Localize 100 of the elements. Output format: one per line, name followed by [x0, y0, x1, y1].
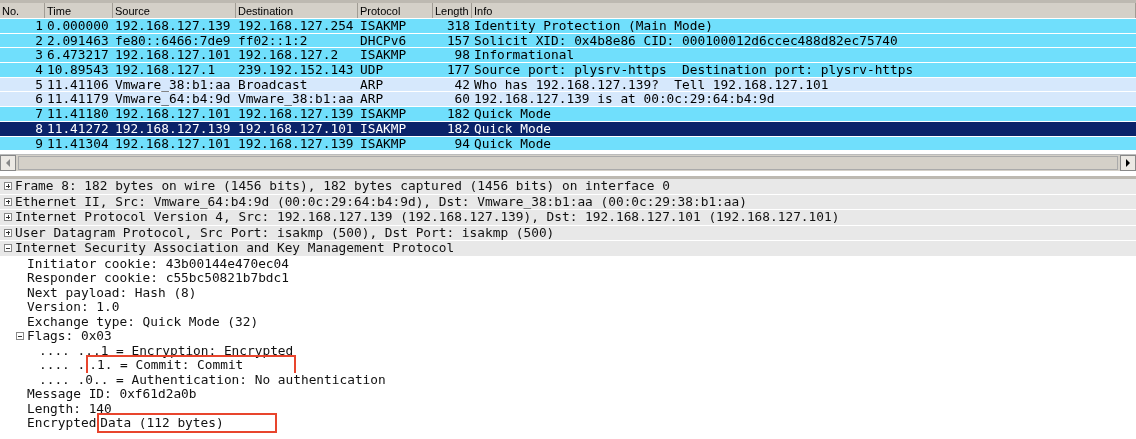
column-header[interactable]: Info [472, 3, 1136, 18]
table-cell-text: 318 [445, 19, 471, 33]
table-cell-text: ISAKMP [359, 48, 408, 63]
table-cell-text: ISAKMP [359, 19, 408, 33]
table-cell-text: Broadcast [237, 77, 309, 92]
table-cell-text: Vmware_38:b1:aa [114, 77, 232, 92]
table-cell-text: DHCPv6 [359, 33, 408, 48]
table-cell-text: Informational [473, 48, 576, 63]
table-cell-text: 11.41179 [46, 92, 110, 107]
table-cell-text: 192.168.127.139 [114, 121, 232, 136]
table-cell-text: 192.168.127.139 [237, 136, 355, 151]
expand-icon[interactable] [4, 213, 12, 222]
packet-row[interactable]: 3 6.473217 192.168.127.101 192.168.127.2 ISAKMP 98 Informational [0, 48, 1136, 64]
tree-item-text: .... .0.. = Authentication: No authentication [39, 372, 386, 387]
table-cell-text: Quick Mode [473, 107, 553, 122]
table-cell-text: 239.192.152.143 [237, 63, 355, 78]
table-cell-text: 10.89543 [46, 63, 110, 78]
table-cell-text: ff02::1:2 [237, 33, 309, 48]
table-cell-text: 182 [445, 121, 471, 136]
column-header[interactable]: Time [45, 3, 113, 18]
tree-row[interactable]: Internet Protocol Version 4, Src: 192.168.127.139 (192.168.127.139), Dst: 192.168.127.101 (192.168.127.101) [0, 210, 1136, 226]
table-cell-text: ARP [359, 77, 385, 92]
table-cell-text: 4 [34, 63, 44, 78]
column-header[interactable]: Destination [236, 3, 358, 18]
column-header[interactable]: Source [113, 3, 236, 18]
table-cell-text: ARP [359, 92, 385, 107]
collapse-icon[interactable] [4, 244, 12, 253]
tree-item-text: Internet Protocol Version 4, Src: 192.168.127.139 (192.168.127.139), Dst: 192.168.127.101 (192.168.127.101) [15, 210, 840, 225]
tree-item-text: Encrypted [27, 416, 97, 431]
tree-item-text: Exchange type: Quick Mode (32) [27, 314, 259, 329]
table-cell-text: 2.091463 [46, 33, 110, 48]
table-cell-text: Vmware_38:b1:aa [237, 92, 355, 107]
tree-row[interactable]: Internet Security Association and Key Management Protocol [0, 241, 1136, 257]
table-cell-text: 192.168.127.101 [114, 136, 232, 151]
table-cell-text: 182 [445, 107, 471, 122]
table-cell-text: Vmware_64:b4:9d [114, 92, 232, 107]
tree-item-text: Ethernet II, Src: Vmware_64:b4:9d (00:0c:29:64:b4:9d), Dst: Vmware_38:b1:aa (00:0c:29:38:b1:aa) [15, 194, 747, 209]
table-cell-text: 192.168.127.139 [237, 107, 355, 122]
table-cell-text: 11.41106 [46, 77, 110, 92]
table-cell-text: Quick Mode [473, 136, 553, 151]
tree-item-text: Frame 8: 182 bytes on wire (1456 bits), 182 bytes captured (1456 bits) on interface 0 [15, 179, 670, 194]
expand-icon[interactable] [4, 182, 12, 191]
table-cell-text: 5 [34, 77, 44, 92]
table-cell-text: 192.168.127.101 [114, 48, 232, 63]
table-cell-text: 192.168.127.101 [237, 121, 355, 136]
tree-item-text: Initiator cookie: 43b00144e470ec04 [27, 256, 289, 271]
packet-row[interactable]: 6 11.41179 Vmware_64:b4:9d Vmware_38:b1:aa ARP 60 192.168.127.139 is at 00:0c:29:64:b4:9d [0, 92, 1136, 108]
expand-icon[interactable] [4, 228, 12, 237]
tree-item-text: Responder cookie: c55bc50821b7bdc1 [27, 271, 289, 286]
highlighted-text: Data (112 bytes) [100, 416, 274, 431]
table-cell-text: ISAKMP [359, 121, 408, 136]
table-cell-text: 0.000000 [46, 19, 110, 33]
table-cell-text: 192.168.127.139 is at 00:0c:29:64:b4:9d [473, 92, 776, 107]
table-cell-text: 192.168.127.2 [237, 48, 340, 63]
table-cell-text: 98 [453, 48, 471, 63]
table-cell-text: 11.41272 [46, 121, 110, 136]
table-cell-text: Who has 192.168.127.139? Tell 192.168.127.101 [473, 77, 829, 92]
column-header[interactable]: Protocol [358, 3, 433, 18]
table-cell-text: 6.473217 [46, 48, 110, 63]
horizontal-scrollbar[interactable] [0, 154, 1136, 172]
tree-item-text: Next payload: Hash (8) [27, 285, 197, 300]
table-cell-text: 192.168.127.101 [114, 107, 232, 122]
tree-item-text: .... . [39, 358, 86, 373]
expand-icon[interactable] [4, 197, 12, 206]
table-cell-text: 2 [34, 33, 44, 48]
table-cell-text: 94 [453, 136, 471, 151]
table-cell-text: Solicit XID: 0x4b8e86 CID: 000100012d6ccec488d82ec75740 [473, 33, 899, 48]
packet-row[interactable]: 1 0.000000 192.168.127.139 192.168.127.254 ISAKMP 318 Identity Protection (Main Mode) [0, 19, 1136, 34]
scroll-left-icon[interactable] [0, 155, 16, 172]
table-cell-text: 157 [445, 33, 471, 48]
table-cell-text: 11.41180 [46, 107, 110, 122]
scroll-thumb[interactable] [18, 156, 1118, 171]
table-cell-text: Identity Protection (Main Mode) [473, 19, 714, 33]
highlighted-text: .1. = Commit: Commit [89, 358, 294, 373]
table-cell-text: 192.168.127.139 [114, 19, 232, 33]
tree-item-text: Flags: 0x03 [27, 329, 112, 344]
table-cell-text: 8 [34, 121, 44, 136]
table-cell-text: ISAKMP [359, 107, 408, 122]
table-cell-text: 11.41304 [46, 136, 110, 151]
packet-row[interactable]: 4 10.89543 192.168.127.1 239.192.152.143 UDP 177 Source port: plysrv-https Destination port: plysrv-https [0, 63, 1136, 78]
tree-item-text: Version: 1.0 [27, 300, 120, 315]
table-cell-text: ISAKMP [359, 136, 408, 151]
column-header[interactable]: No. [0, 3, 45, 18]
tree-row[interactable]: Frame 8: 182 bytes on wire (1456 bits), 182 bytes captured (1456 bits) on interface 0 [0, 179, 1136, 195]
scroll-right-icon[interactable] [1120, 155, 1136, 172]
collapse-icon[interactable] [16, 332, 24, 341]
tree-item-text: Message ID: 0xf61d2a0b [27, 387, 197, 402]
table-cell-text: 42 [453, 77, 471, 92]
tree-item-text: User Datagram Protocol, Src Port: isakmp (500), Dst Port: isakmp (500) [15, 225, 555, 240]
tree-item-text: .... ...1 = Encryption: Encrypted [39, 343, 294, 358]
table-cell-text: 192.168.127.254 [237, 19, 355, 33]
table-cell-text: 177 [445, 63, 471, 78]
tree-item-text: Length: 140 [27, 401, 112, 416]
packet-row[interactable]: 7 11.41180 192.168.127.101 192.168.127.139 ISAKMP 182 Quick Mode [0, 107, 1136, 122]
table-cell-text: 192.168.127.1 [114, 63, 217, 78]
table-cell-text: 6 [34, 92, 44, 107]
table-cell-text: Source port: plysrv-https Destination port: plysrv-https [473, 63, 915, 78]
tree-item-text: Internet Security Association and Key Management Protocol [15, 241, 455, 256]
column-header[interactable]: Length [433, 3, 472, 18]
table-cell-text: 9 [34, 136, 44, 151]
